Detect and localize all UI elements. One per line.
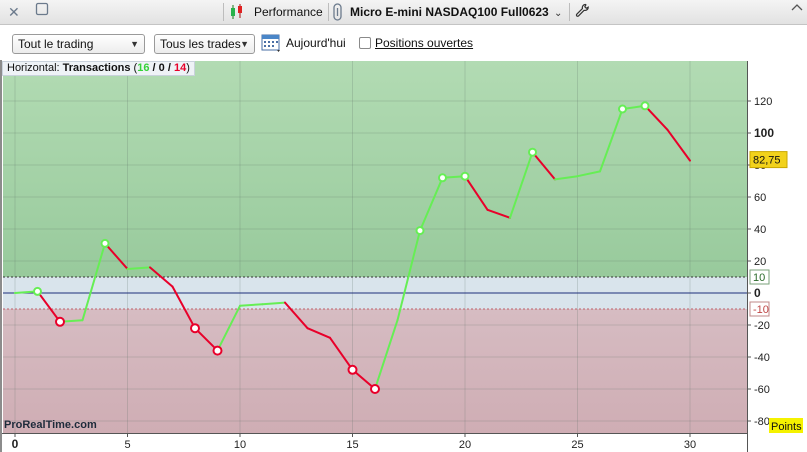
chevron-down-icon: ▼	[240, 39, 249, 49]
y-tick-label: -20	[754, 320, 770, 332]
x-tick-label: 30	[684, 439, 696, 451]
y-tick-label: 20	[754, 256, 766, 268]
trade-marker-loss	[370, 384, 380, 394]
trades-filter-value: Tous les trades	[160, 37, 241, 51]
calendar-icon[interactable]	[261, 32, 283, 57]
chevron-down-icon[interactable]: ⌄	[554, 5, 562, 23]
trades-filter-select[interactable]: Tous les trades ▼	[154, 34, 255, 54]
open-positions-label[interactable]: Positions ouvertes	[375, 36, 473, 50]
loss-zone	[3, 309, 747, 433]
x-tick-label: 20	[459, 439, 471, 451]
trade-marker-gain	[640, 101, 650, 111]
trade-marker-gain	[618, 104, 627, 114]
chevron-down-icon: ▼	[130, 39, 139, 49]
resize-corner-icon[interactable]	[790, 2, 804, 21]
trading-scope-select[interactable]: Tout le trading ▼	[12, 34, 145, 54]
y-unit-label: Points	[771, 421, 802, 433]
trade-marker-loss	[55, 316, 65, 327]
legend-losses: 14	[173, 62, 187, 74]
separator	[223, 3, 224, 21]
legend-sep: /	[164, 62, 174, 74]
window-titlebar: ✕ Performance Micro E-mini NASDAQ100 Ful…	[0, 0, 807, 25]
x-tick-label: 25	[571, 439, 583, 451]
separator	[328, 3, 329, 21]
watermark: ProRealTime.com	[4, 419, 97, 431]
legend-close: )	[186, 62, 190, 74]
restore-icon[interactable]	[35, 2, 49, 21]
x-tick-label: 15	[346, 439, 358, 451]
y-tick-label: -40	[754, 352, 770, 364]
y-tick-label: 100	[754, 126, 774, 140]
date-range-label[interactable]: Aujourd'hui	[286, 36, 346, 50]
x-tick-label: 10	[234, 439, 246, 451]
y-tick-label: 40	[754, 224, 766, 236]
y-tick-label: 0	[754, 286, 761, 300]
threshold-upper-label: 10	[753, 272, 765, 284]
x-tick-label: 5	[124, 439, 130, 451]
threshold-lower-label: -10	[753, 304, 769, 316]
trade-marker-gain	[415, 226, 425, 236]
performance-chart: 120100806040200-20-40-60-800510152025301…	[0, 60, 807, 452]
y-tick-label: -80	[754, 416, 770, 428]
trade-marker-gain	[100, 238, 110, 248]
left-border	[0, 60, 2, 452]
open-positions-checkbox[interactable]	[359, 37, 371, 49]
trade-marker-loss	[347, 364, 358, 375]
legend-name: Transactions	[62, 62, 131, 74]
legend-prefix: Horizontal:	[7, 62, 60, 74]
trade-marker-gain	[528, 147, 537, 157]
trade-marker-gain	[33, 286, 42, 296]
chart-legend: Horizontal: Transactions (16 / 0 / 14)	[2, 61, 195, 76]
tool-name[interactable]: Performance	[254, 5, 323, 19]
trade-marker-gain	[438, 173, 447, 183]
chart-canvas[interactable]: 120100806040200-20-40-60-800510152025301…	[0, 60, 807, 452]
trade-marker-loss	[212, 345, 223, 356]
y-tick-label: 60	[754, 192, 766, 204]
close-icon[interactable]: ✕	[8, 3, 20, 21]
trade-marker-gain	[460, 171, 470, 181]
last-value-label: 82,75	[753, 155, 781, 167]
profit-zone	[3, 61, 747, 277]
separator	[569, 3, 570, 21]
legend-wins: 16	[137, 62, 150, 74]
legend-sep: /	[149, 62, 159, 74]
x-tick-label: 0	[12, 437, 19, 451]
trading-scope-value: Tout le trading	[18, 37, 94, 51]
candlestick-icon	[228, 3, 246, 26]
instrument-name[interactable]: Micro E-mini NASDAQ100 Full0623	[350, 5, 549, 19]
y-tick-label: 120	[754, 96, 772, 108]
y-tick-label: -60	[754, 384, 770, 396]
trade-marker-loss	[190, 323, 200, 334]
link-icon[interactable]	[333, 3, 342, 26]
toolbar: Tout le trading ▼ Tous les trades ▼ Aujo…	[0, 25, 807, 60]
wrench-icon[interactable]	[575, 3, 590, 23]
